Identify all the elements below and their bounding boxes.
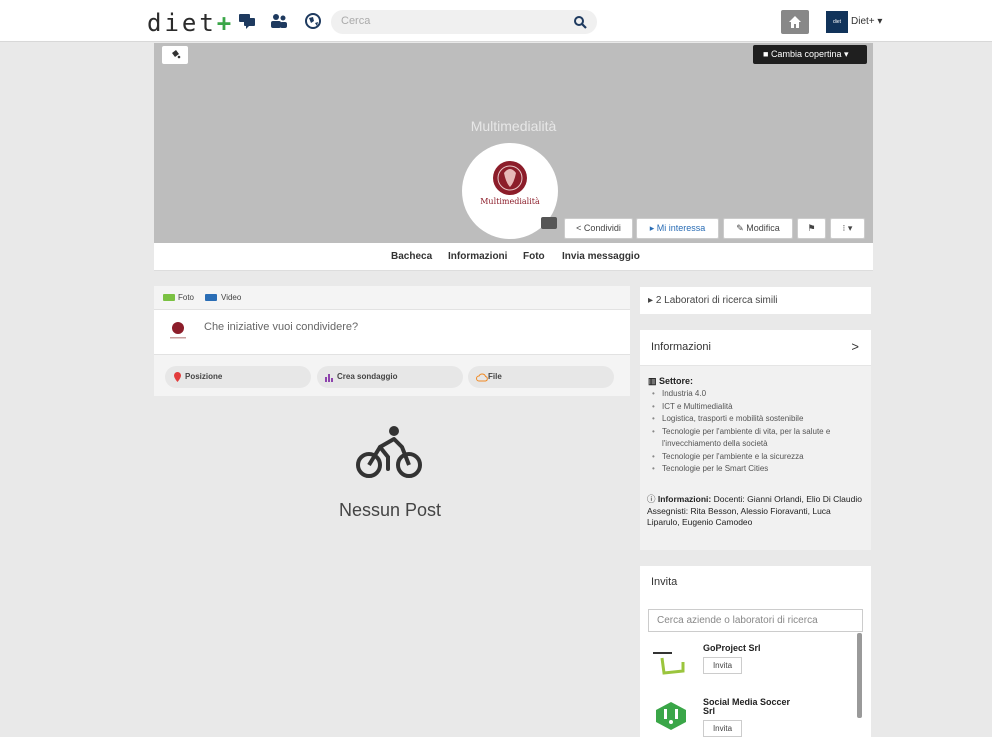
camera-icon: ■ (763, 49, 771, 59)
file-label: File (488, 372, 502, 381)
home-icon (789, 16, 801, 28)
video-icon (205, 294, 217, 301)
composer-avatar (170, 322, 186, 339)
photo-icon (163, 294, 175, 301)
position-label: Posizione (185, 372, 223, 381)
assegnisti-text: Assegnisti: Rita Besson, Alessio Fiorava… (647, 505, 831, 528)
video-tab[interactable]: Video (221, 293, 241, 302)
company-name[interactable]: Social Media Soccer Srl (703, 698, 803, 716)
report-button[interactable]: ⚑ (797, 218, 826, 239)
sector-label: Settore: (659, 376, 694, 386)
cover-edit-button[interactable] (162, 46, 188, 64)
goproject-logo (653, 652, 685, 675)
share-icon: < (576, 223, 584, 233)
sector-item: Industria 4.0 (652, 388, 865, 401)
sector-item: Tecnologie per l'ambiente di vita, per l… (652, 426, 865, 451)
tab-bacheca[interactable]: Bacheca (391, 251, 432, 262)
change-cover-button[interactable]: ■ Cambia copertina ▾ (753, 45, 867, 64)
interested-label: Mi interessa (656, 223, 706, 233)
poll-icon (325, 374, 333, 382)
bicycle-icon (356, 426, 422, 478)
top-navbar: diet+ Cerca diet Diet+ ▾ (0, 0, 992, 42)
profile-camera-icon[interactable] (541, 217, 557, 229)
edit-label: Modifica (746, 223, 780, 233)
users-icon[interactable] (270, 13, 288, 29)
map-pin-icon (174, 372, 181, 382)
info-card-header[interactable]: Informazioni > (640, 330, 871, 366)
sector-item: Tecnologie per le Smart Cities (652, 463, 865, 476)
flag-icon: ⚑ (807, 223, 816, 233)
company-name[interactable]: GoProject Srl (703, 644, 761, 653)
thumbs-up-icon: ▸ (648, 295, 656, 306)
composer-actions: Posizione Crea sondaggio File (154, 354, 630, 396)
info-circle-icon: ⓘ (647, 494, 658, 504)
invite-button[interactable]: Invita (703, 657, 742, 674)
more-options-button[interactable]: ⁝ ▾ (830, 218, 865, 239)
file-button[interactable]: File (468, 366, 614, 388)
composer-input[interactable]: Che iniziative vuoi condividere? (204, 321, 358, 333)
position-button[interactable]: Posizione (165, 366, 311, 388)
tab-informazioni[interactable]: Informazioni (448, 251, 507, 262)
search-icon[interactable] (573, 15, 587, 29)
paint-bucket-icon (172, 50, 181, 59)
tab-invia-messaggio[interactable]: Invia messaggio (562, 251, 640, 262)
sector-item: ICT e Multimedialità (652, 401, 865, 414)
social-media-soccer-logo (656, 702, 686, 730)
chat-icon[interactable] (238, 13, 256, 29)
poll-label: Crea sondaggio (337, 372, 398, 381)
docenti-text: Docenti: Gianni Orlandi, Elio Di Claudio (713, 494, 862, 504)
share-button[interactable]: < Condividi (564, 218, 633, 239)
tab-foto[interactable]: Foto (523, 251, 545, 262)
user-avatar[interactable]: diet (826, 11, 848, 33)
pencil-icon: ✎ (736, 223, 747, 233)
similar-labs-link[interactable]: ▸ 2 Laboratori di ricerca simili (640, 287, 871, 314)
sector-item: Logistica, trasporti e mobilità sostenib… (652, 413, 865, 426)
thumbs-up-icon: ▸ (649, 223, 657, 233)
user-menu[interactable]: Diet+ ▾ (851, 16, 882, 27)
profile-logo-label: Multimedialità (480, 197, 540, 206)
post-composer: Foto Video Che iniziative vuoi condivide… (154, 286, 630, 396)
invite-button[interactable]: Invita (703, 720, 742, 737)
home-button[interactable] (781, 10, 809, 34)
invite-search-input[interactable]: Cerca aziende o laboratori di ricerca (648, 609, 863, 632)
edit-button[interactable]: ✎ Modifica (723, 218, 793, 239)
sector-heading: ▥ Settore: (648, 376, 693, 387)
invite-list-scrollbar[interactable] (857, 633, 862, 718)
interested-button[interactable]: ▸ Mi interessa (636, 218, 719, 239)
cloud-icon (476, 373, 488, 382)
diet-logo[interactable]: diet+ (147, 9, 234, 37)
composer-media-bar: Foto Video (154, 286, 630, 310)
chevron-right-icon: > (851, 339, 859, 354)
change-cover-label: Cambia copertina ▾ (770, 49, 849, 59)
people-info: ⓘ Informazioni: Docenti: Gianni Orlandi,… (647, 494, 865, 529)
globe-icon[interactable] (304, 13, 322, 29)
info-card-body: ▥ Settore: Industria 4.0 ICT e Multimedi… (640, 366, 871, 550)
info-card-title: Informazioni (651, 341, 711, 353)
people-label: Informazioni: (657, 494, 712, 504)
page-title: Multimedialità (470, 118, 557, 134)
search-placeholder: Cerca (341, 15, 371, 27)
sector-list: Industria 4.0 ICT e Multimedialità Logis… (652, 388, 865, 476)
share-label: Condividi (583, 223, 621, 233)
sector-item: Tecnologie per l'ambiente e la sicurezza (652, 451, 865, 464)
invite-title: Invita (651, 576, 678, 588)
profile-tabs: Bacheca Informazioni Foto Invia messaggi… (154, 243, 873, 271)
search-input[interactable]: Cerca (331, 10, 597, 34)
similar-labs-label: 2 Laboratori di ricerca simili (655, 295, 778, 306)
building-icon: ▥ (648, 376, 660, 386)
photo-tab[interactable]: Foto (178, 293, 194, 302)
create-poll-button[interactable]: Crea sondaggio (317, 366, 463, 388)
empty-feed-label: Nessun Post (338, 500, 442, 520)
